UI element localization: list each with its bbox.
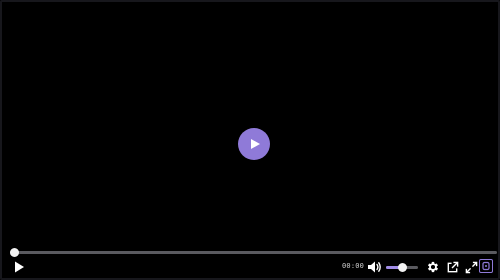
gear-icon bbox=[427, 261, 439, 273]
popout-button[interactable] bbox=[443, 258, 461, 276]
play-button[interactable] bbox=[10, 258, 28, 276]
settings-button[interactable] bbox=[424, 258, 442, 276]
play-icon bbox=[251, 139, 260, 149]
fullscreen-button[interactable] bbox=[462, 258, 480, 276]
play-icon bbox=[15, 261, 24, 273]
plugin-button[interactable] bbox=[479, 259, 493, 273]
big-play-button[interactable] bbox=[238, 128, 270, 160]
video-player: 00:00 bbox=[0, 0, 500, 280]
plugin-icon bbox=[482, 261, 490, 271]
volume-handle[interactable] bbox=[398, 263, 407, 272]
progress-bar[interactable] bbox=[10, 248, 497, 257]
volume-slider[interactable] bbox=[386, 263, 418, 272]
volume-button[interactable] bbox=[365, 258, 383, 276]
volume-icon bbox=[368, 261, 381, 273]
time-display: 00:00 bbox=[342, 262, 365, 270]
control-bar: 00:00 bbox=[2, 256, 498, 278]
external-link-icon bbox=[447, 261, 458, 272]
fullscreen-icon bbox=[465, 261, 477, 273]
